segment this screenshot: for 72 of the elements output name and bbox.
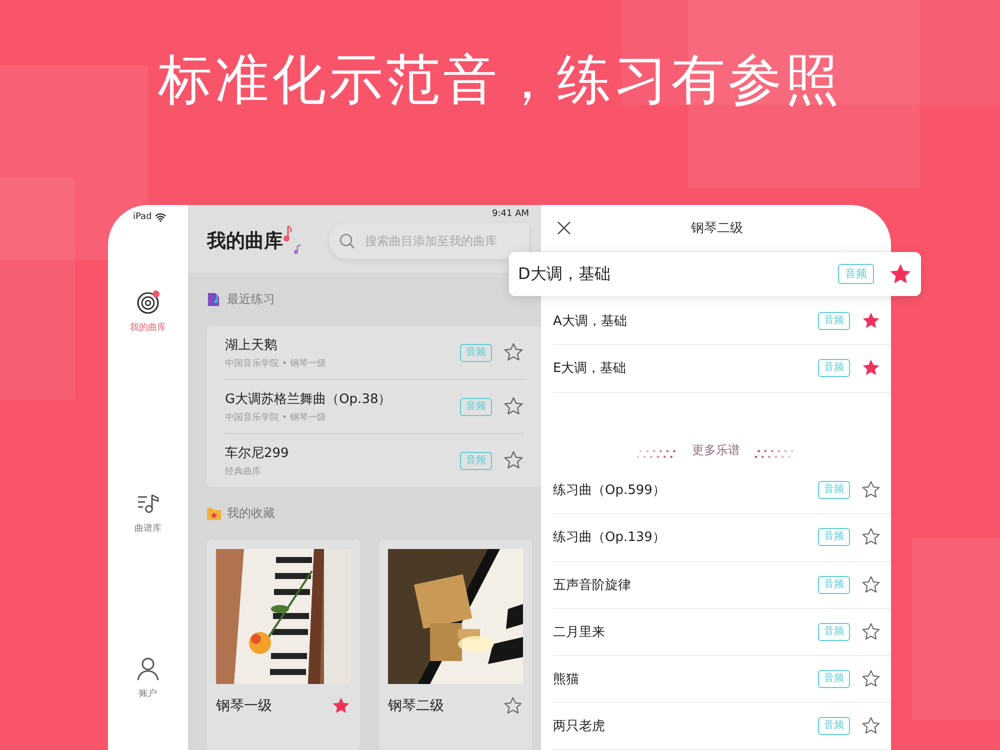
- search-field[interactable]: 搜索曲目添加至我的曲库: [329, 223, 529, 259]
- audio-tag: 音频: [818, 622, 850, 641]
- document-icon: [207, 292, 221, 306]
- score-row[interactable]: 两只老虎 音频: [553, 702, 891, 750]
- score-row[interactable]: 二月里来 音频: [553, 608, 891, 656]
- song-source: 中国音乐学院 • 钢琴一级: [225, 358, 328, 370]
- score-row[interactable]: D大调，基础 音频: [509, 252, 921, 296]
- headline: 标准化示范音，练习有参照: [158, 47, 842, 113]
- score-row[interactable]: 熊猫 音频: [553, 656, 891, 703]
- audio-tag: 音频: [460, 398, 492, 416]
- close-button[interactable]: [557, 221, 571, 236]
- score-title: A大调，基础: [553, 313, 628, 330]
- score-title: 二月里来: [553, 624, 606, 641]
- dotted-ornament: [754, 449, 796, 460]
- score-title: 熊猫: [553, 670, 580, 688]
- score-row[interactable]: 练习曲（Op.139） 音频: [553, 514, 891, 562]
- star-icon[interactable]: [861, 574, 881, 595]
- star-icon[interactable]: [503, 342, 524, 363]
- song-title: G大调苏格兰舞曲（Op.38）: [225, 390, 392, 408]
- section-title: 最近练习: [227, 290, 275, 308]
- score-title: D大调，基础: [518, 264, 612, 285]
- audio-tag: 音频: [460, 452, 492, 470]
- score-title: 练习曲（Op.139）: [553, 529, 666, 546]
- score-row[interactable]: 五声音阶旋律 音频: [553, 562, 891, 609]
- audio-tag: 音频: [838, 264, 874, 284]
- collection-title: 钢琴二级: [388, 697, 444, 715]
- person-icon[interactable]: [135, 655, 161, 683]
- close-icon: [557, 221, 571, 236]
- score-row[interactable]: A大调，基础 音频: [553, 298, 891, 346]
- search-icon: [339, 233, 355, 249]
- folder-icon: [207, 506, 221, 520]
- audio-tag: 音频: [818, 528, 850, 546]
- nav-item[interactable]: 曲谱库: [132, 488, 164, 537]
- more-scores-label: 更多乐谱: [692, 442, 740, 460]
- collection-card[interactable]: 钢琴一级: [207, 540, 360, 750]
- disc-icon[interactable]: [135, 289, 161, 317]
- collection-card[interactable]: 钢琴二级: [379, 540, 532, 750]
- song-source: 中国音乐学院 • 钢琴一级: [225, 412, 328, 424]
- status-time: 9:41 AM: [492, 209, 529, 221]
- star-icon[interactable]: [861, 622, 881, 642]
- device-name: iPad: [133, 212, 152, 222]
- audio-tag: 音频: [818, 481, 850, 500]
- audio-tag: 音频: [818, 359, 850, 378]
- star-icon[interactable]: [503, 696, 523, 716]
- score-row[interactable]: 练习曲（Op.599） 音频: [553, 467, 891, 514]
- audio-tag: 音频: [818, 716, 850, 735]
- star-icon[interactable]: [861, 716, 881, 736]
- dotted-ornament: [636, 449, 678, 460]
- score-title: E大调，基础: [553, 360, 628, 378]
- nav-item[interactable]: 账户: [133, 653, 163, 702]
- audio-tag: 音频: [818, 312, 850, 330]
- audio-tag: 音频: [460, 344, 492, 362]
- star-icon[interactable]: [861, 527, 881, 548]
- collection-title: 钢琴一级: [216, 697, 272, 715]
- panel-title: 钢琴二级: [691, 220, 743, 238]
- star-icon[interactable]: [861, 480, 881, 500]
- star-icon[interactable]: [861, 668, 881, 689]
- song-source: 经典曲库: [225, 466, 262, 478]
- page-title: 我的曲库: [207, 229, 283, 254]
- section-title: 我的收藏: [227, 504, 275, 522]
- score-title: 五声音阶旋律: [553, 576, 632, 594]
- wifi-icon: [154, 212, 166, 222]
- song-title: 湖上天鹅: [225, 336, 278, 354]
- audio-tag: 音频: [818, 670, 850, 688]
- star-icon[interactable]: [503, 450, 524, 471]
- score-row[interactable]: E大调，基础 音频: [553, 345, 891, 393]
- score-title: 两只老虎: [553, 718, 606, 735]
- audio-tag: 音频: [818, 576, 850, 594]
- star-icon[interactable]: [503, 396, 524, 417]
- score-title: 练习曲（Op.599）: [553, 482, 666, 500]
- star-icon[interactable]: [331, 696, 351, 716]
- song-title: 车尔尼299: [225, 444, 290, 462]
